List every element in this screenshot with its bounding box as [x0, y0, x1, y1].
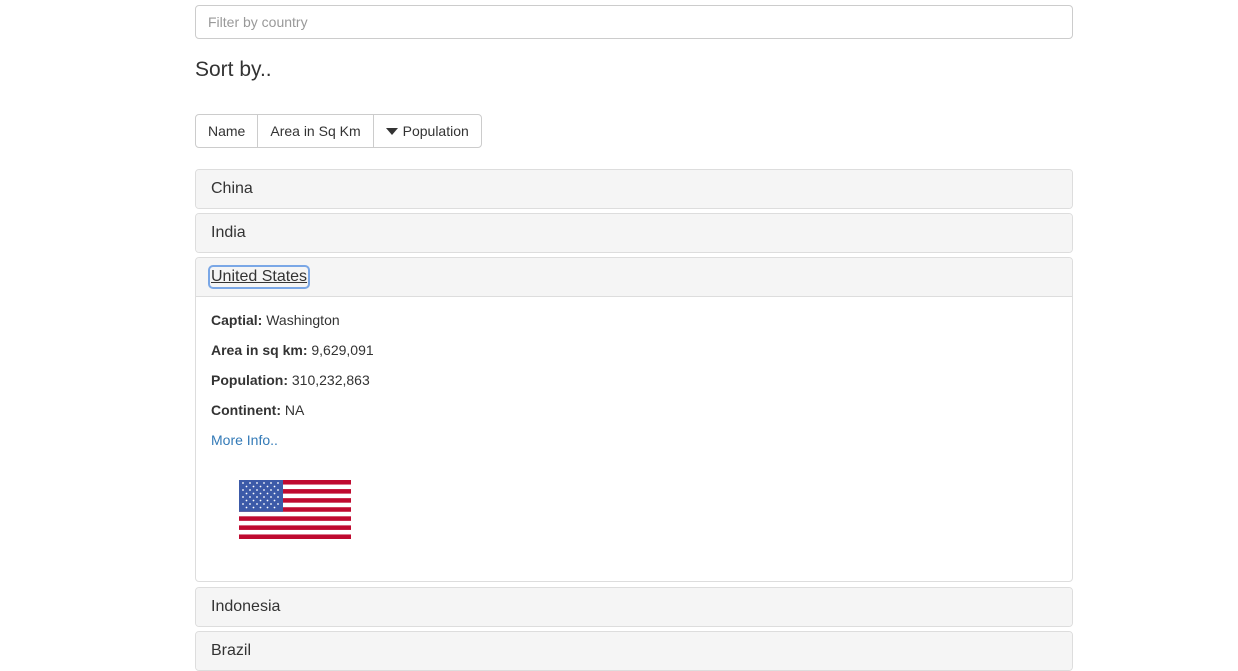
- area-row: Area in sq km: 9,629,091: [211, 341, 1057, 359]
- continent-row: Continent: NA: [211, 401, 1057, 419]
- capital-row: Captial: Washington: [211, 311, 1057, 329]
- capital-label: Captial:: [211, 312, 263, 328]
- sort-by-name-button[interactable]: Name: [195, 114, 259, 148]
- us-flag-image: [239, 480, 351, 539]
- caret-down-icon: [385, 127, 398, 135]
- population-label: Population:: [211, 372, 288, 388]
- continent-value: NA: [284, 402, 305, 418]
- country-panel-indonesia: Indonesia: [195, 587, 1073, 627]
- country-title-united-states[interactable]: United States: [207, 265, 311, 289]
- population-row: Population: 310,232,863: [211, 371, 1057, 389]
- country-panel-china: China: [195, 169, 1073, 209]
- population-value: 310,232,863: [291, 372, 370, 388]
- continent-label: Continent:: [211, 402, 281, 418]
- sort-by-population-button[interactable]: Population: [372, 114, 482, 148]
- area-label: Area in sq km:: [211, 342, 308, 358]
- area-value: 9,629,091: [311, 342, 374, 358]
- panel-heading: United States: [196, 258, 1072, 296]
- country-title-brazil[interactable]: Brazil: [211, 642, 251, 660]
- country-panel-united-states: United States Captial: Washington Area i…: [195, 257, 1073, 582]
- country-filter-input[interactable]: [195, 5, 1073, 39]
- sort-heading: Sort by..: [195, 58, 272, 81]
- country-title-india[interactable]: India: [211, 224, 246, 242]
- panel-heading: India: [196, 214, 1072, 252]
- more-info-link[interactable]: More Info..: [211, 432, 278, 448]
- capital-value: Washington: [266, 312, 340, 328]
- country-title-indonesia[interactable]: Indonesia: [211, 598, 280, 616]
- country-panel-brazil: Brazil: [195, 631, 1073, 671]
- panel-heading: Indonesia: [196, 588, 1072, 626]
- sort-by-name-label: Name: [208, 123, 246, 139]
- sort-by-population-label: Population: [402, 123, 469, 139]
- panel-heading: China: [196, 170, 1072, 208]
- sort-button-group: Name Area in Sq Km Population: [195, 114, 482, 148]
- sort-by-area-button[interactable]: Area in Sq Km: [257, 114, 374, 148]
- panel-heading: Brazil: [196, 632, 1072, 670]
- country-title-china[interactable]: China: [211, 180, 253, 198]
- country-panel-india: India: [195, 213, 1073, 253]
- country-details: Captial: Washington Area in sq km: 9,629…: [196, 296, 1072, 581]
- sort-by-area-label: Area in Sq Km: [270, 123, 361, 139]
